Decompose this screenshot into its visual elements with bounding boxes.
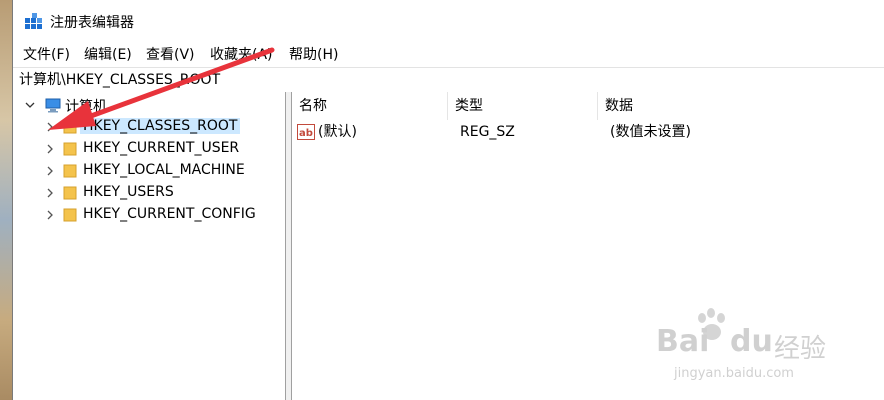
tree-label-hkey-current-user: HKEY_CURRENT_USER [83, 140, 240, 156]
menu-view[interactable]: 查看(V) [146, 44, 195, 64]
window-title: 注册表编辑器 [50, 15, 134, 31]
key-tree-pane: 计算机 HKEY_CLASSES_ROOT HKEY_CURRENT_USER [13, 92, 285, 400]
chevron-right-icon[interactable] [44, 143, 56, 155]
tree-item-hkey-current-config[interactable]: HKEY_CURRENT_CONFIG [13, 204, 285, 226]
svg-text:ab: ab [299, 128, 313, 139]
tree-item-hkey-current-user[interactable]: HKEY_CURRENT_USER [13, 138, 285, 160]
menu-file[interactable]: 文件(F) [23, 44, 70, 64]
tree-label-hkey-classes-root: HKEY_CLASSES_ROOT [80, 118, 241, 134]
value-type: REG_SZ [460, 124, 515, 140]
value-data: (数值未设置) [610, 124, 691, 140]
folder-icon [63, 142, 77, 156]
chevron-down-icon[interactable] [24, 99, 36, 111]
tree-label-hkey-local-machine: HKEY_LOCAL_MACHINE [83, 162, 245, 178]
value-name: (默认) [318, 124, 357, 140]
address-path: 计算机\HKEY_CLASSES_ROOT [19, 72, 221, 88]
title-bar: 注册表编辑器 [13, 0, 884, 42]
tree-label-computer: 计算机 [65, 99, 107, 115]
menu-edit[interactable]: 编辑(E) [84, 44, 132, 64]
chevron-right-icon[interactable] [44, 209, 56, 221]
tree-item-computer[interactable]: 计算机 [13, 94, 285, 116]
tree-label-hkey-current-config: HKEY_CURRENT_CONFIG [83, 206, 256, 222]
menu-help[interactable]: 帮助(H) [289, 44, 338, 64]
string-value-icon: ab [297, 124, 315, 140]
watermark-url: jingyan.baidu.com [674, 366, 794, 381]
chevron-right-icon[interactable] [44, 187, 56, 199]
menu-bar: 文件(F) 编辑(E) 查看(V) 收藏夹(A) 帮助(H) [13, 42, 884, 64]
regedit-icon [25, 13, 42, 29]
folder-icon [63, 208, 77, 222]
folder-icon [63, 120, 77, 134]
chevron-right-icon[interactable] [44, 165, 56, 177]
column-header-name[interactable]: 名称 [292, 92, 448, 120]
column-header-data[interactable]: 数据 [598, 92, 884, 120]
folder-icon [63, 164, 77, 178]
tree-item-hkey-users[interactable]: HKEY_USERS [13, 182, 285, 204]
folder-icon [63, 186, 77, 200]
watermark-brand2: du [730, 324, 773, 359]
tree-item-hkey-classes-root[interactable]: HKEY_CLASSES_ROOT [13, 116, 285, 138]
watermark-label: 经验 [774, 334, 827, 364]
tree-label-hkey-users: HKEY_USERS [83, 184, 174, 200]
menu-favorites[interactable]: 收藏夹(A) [210, 44, 273, 64]
address-bar[interactable]: 计算机\HKEY_CLASSES_ROOT [13, 67, 884, 93]
pane-splitter[interactable] [285, 92, 292, 400]
value-row[interactable]: ab (默认) REG_SZ (数值未设置) [292, 120, 884, 144]
chevron-right-icon[interactable] [44, 121, 56, 133]
computer-icon [45, 98, 61, 113]
tree-item-hkey-local-machine[interactable]: HKEY_LOCAL_MACHINE [13, 160, 285, 182]
watermark-brand: Bai [656, 324, 710, 359]
watermark: Bai du 经验 jingyan.baidu.com [656, 308, 836, 388]
column-header-type[interactable]: 类型 [448, 92, 598, 120]
